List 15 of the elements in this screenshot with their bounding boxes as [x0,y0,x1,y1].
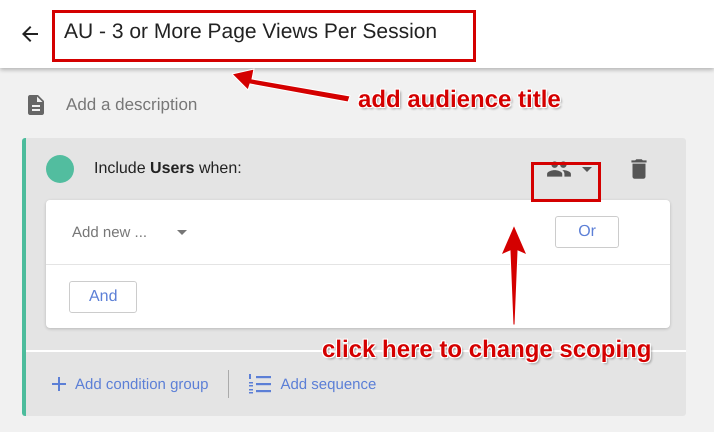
caret-icon [582,166,592,172]
condition-dropdown[interactable]: Add new ... [72,224,188,240]
plus-icon [52,377,66,391]
description-field[interactable]: Add a description [66,95,198,115]
highlight-frame [531,162,601,202]
audience-title[interactable]: AU - 3 or More Page Views Per Session [64,20,438,44]
or-button[interactable]: Or [555,216,619,248]
caret-icon [177,230,188,234]
annotation-text: click here to change scoping [322,336,652,364]
add-sequence-link[interactable]: Add sequence [249,374,376,394]
numbered-list-icon [249,374,272,394]
include-label: Include Users when: [94,160,243,178]
annotation-text: add audience title [358,86,561,114]
add-condition-group-link[interactable]: Add condition group [52,376,208,392]
and-button[interactable]: And [69,280,138,312]
